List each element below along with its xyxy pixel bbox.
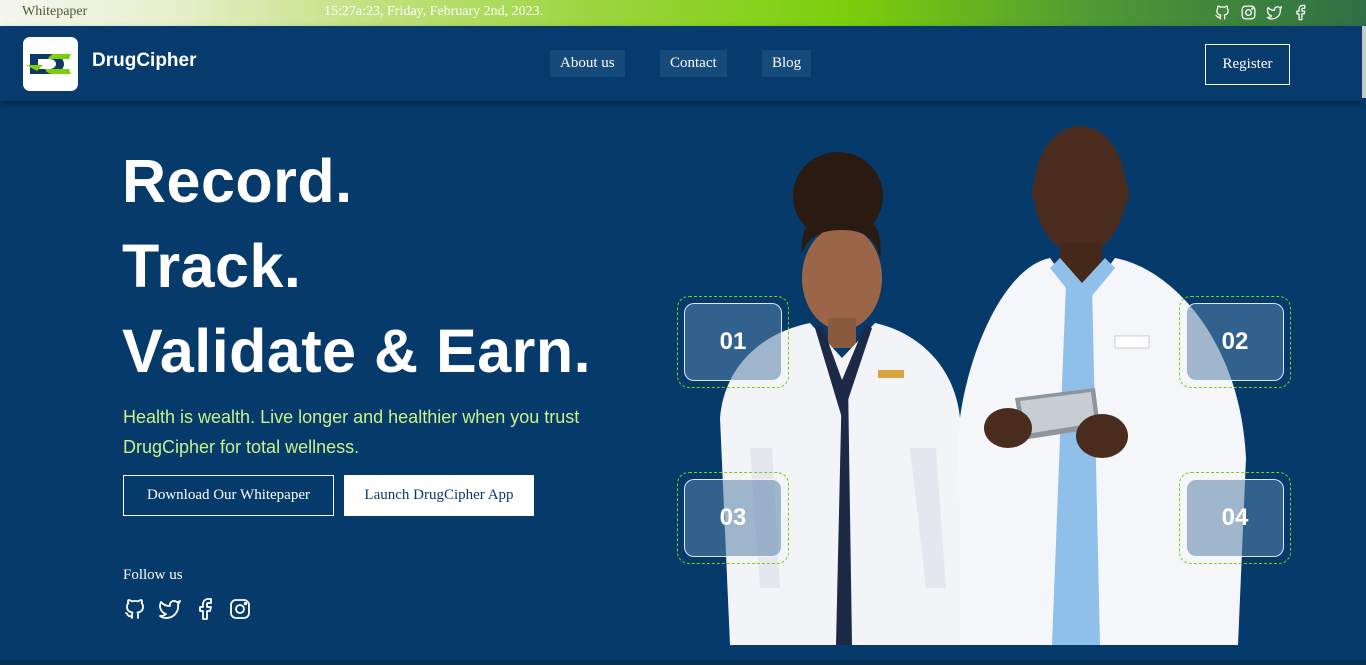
feature-number-04: 04 (1186, 479, 1284, 557)
follow-us-label: Follow us (123, 567, 183, 583)
facebook-icon[interactable] (1292, 4, 1309, 21)
feature-tile-03[interactable]: 03 (677, 472, 789, 564)
datetime-display: 15:27a:23, Friday, February 2nd, 2023. (324, 4, 544, 19)
page-bottom-edge (0, 660, 1366, 665)
feature-number-01: 01 (684, 303, 782, 381)
brand-name[interactable]: DrugCipher (92, 50, 197, 72)
headline-validate-earn: Validate & Earn. (122, 317, 592, 385)
launch-app-button[interactable]: Launch DrugCipher App (344, 475, 534, 516)
download-whitepaper-button[interactable]: Download Our Whitepaper (123, 475, 334, 516)
twitter-icon[interactable] (158, 597, 182, 621)
feature-number-02: 02 (1186, 303, 1284, 381)
hero-tagline: Health is wealth. Live longer and health… (123, 407, 580, 457)
twitter-icon[interactable] (1266, 4, 1283, 21)
page-scrollbar[interactable] (1362, 26, 1366, 98)
instagram-icon[interactable] (228, 597, 252, 621)
headline-track: Track. (122, 232, 302, 300)
female-pharmacist (720, 152, 980, 645)
register-button[interactable]: Register (1205, 44, 1290, 85)
github-icon[interactable] (1214, 4, 1231, 21)
follow-social-icons (123, 597, 252, 621)
feature-tile-04[interactable]: 04 (1179, 472, 1291, 564)
top-strip: Whitepaper 15:27a:23, Friday, February 2… (0, 0, 1366, 26)
drugcipher-logo-icon (26, 54, 71, 74)
feature-number-03: 03 (684, 479, 782, 557)
main-navbar: DrugCipher About us Contact Blog Registe… (0, 26, 1362, 101)
headline-record: Record. (122, 147, 353, 215)
top-social-icons (1214, 4, 1309, 21)
github-icon[interactable] (123, 597, 147, 621)
whitepaper-link[interactable]: Whitepaper (22, 4, 87, 20)
nav-contact[interactable]: Contact (660, 50, 727, 77)
feature-tile-01[interactable]: 01 (677, 296, 789, 388)
brand-logo[interactable] (23, 37, 78, 91)
nav-about-us[interactable]: About us (550, 50, 625, 77)
facebook-icon[interactable] (193, 597, 217, 621)
instagram-icon[interactable] (1240, 4, 1257, 21)
feature-tile-02[interactable]: 02 (1179, 296, 1291, 388)
nav-blog[interactable]: Blog (762, 50, 812, 77)
